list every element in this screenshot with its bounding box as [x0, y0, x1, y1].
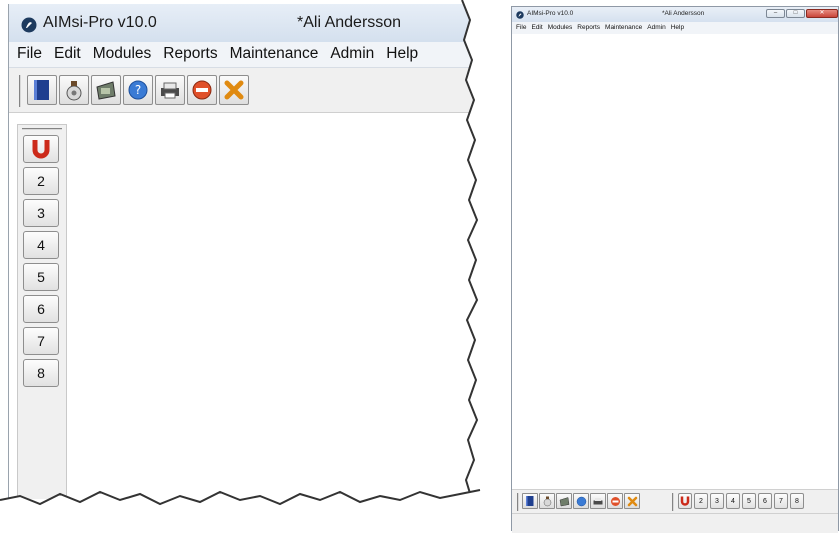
menu-reports[interactable]: Reports [159, 42, 225, 67]
zoomed-window-view: AIMsi-Pro v10.0 *Ali Andersson File Edit… [8, 4, 479, 499]
print-button[interactable] [155, 75, 185, 105]
title-bar-small: AIMsi-Pro v10.0 *Ali Andersson – □ ✕ [512, 7, 838, 22]
title-bar: AIMsi-Pro v10.0 *Ali Andersson [9, 4, 479, 42]
menu-modules[interactable]: Modules [89, 42, 160, 67]
menu-maintenance-small[interactable]: Maintenance [603, 22, 645, 34]
toolbar-area: ? [9, 68, 479, 113]
module-button-8[interactable]: 8 [23, 359, 59, 387]
maximize-button[interactable]: □ [786, 9, 805, 18]
power-icon [680, 496, 690, 506]
money-bag-button-small[interactable] [539, 493, 555, 509]
status-bar [512, 513, 838, 533]
menu-maintenance[interactable]: Maintenance [226, 42, 327, 67]
app-title-small: AIMsi-Pro v10.0 [527, 10, 574, 17]
torn-edge-bottom [0, 489, 500, 531]
print-button-small[interactable] [590, 493, 606, 509]
menu-modules-small[interactable]: Modules [546, 22, 576, 34]
printer-icon [161, 82, 179, 99]
module-icon [34, 80, 49, 100]
toolbar-small [517, 493, 640, 511]
stop-button-small[interactable] [607, 493, 623, 509]
module-button-3-small[interactable]: 3 [710, 493, 724, 509]
svg-text:?: ? [135, 83, 141, 97]
app-logo-icon [21, 17, 37, 33]
module-button-1[interactable] [23, 135, 59, 163]
sidebar-grip [22, 128, 62, 130]
exit-icon [224, 80, 244, 100]
menu-help[interactable]: Help [382, 42, 426, 67]
power-icon [32, 140, 50, 159]
close-icon: ✕ [819, 10, 825, 16]
module-button-2-small[interactable]: 2 [694, 493, 708, 509]
menu-bar: File Edit Modules Reports Maintenance Ad… [9, 42, 479, 68]
app-logo-icon-small [516, 11, 524, 19]
module-button-5[interactable]: 5 [23, 263, 59, 291]
menu-file[interactable]: File [13, 42, 50, 67]
module-buttons-small: 2 3 4 5 6 7 8 [672, 493, 804, 511]
module-button-7-small[interactable]: 7 [774, 493, 788, 509]
exit-button-small[interactable] [624, 493, 640, 509]
stop-icon [610, 496, 620, 506]
module-button-6[interactable]: 6 [23, 295, 59, 323]
exit-button[interactable] [219, 75, 249, 105]
torn-edge-right [459, 0, 500, 531]
menu-admin-small[interactable]: Admin [645, 22, 668, 34]
money-bag-icon [543, 496, 551, 507]
module-button-5-small[interactable]: 5 [742, 493, 756, 509]
menu-help-small[interactable]: Help [669, 22, 687, 34]
user-title-small: *Ali Andersson [662, 10, 705, 17]
module-button[interactable] [27, 75, 57, 105]
full-app-window: AIMsi-Pro v10.0 *Ali Andersson – □ ✕ Fil… [511, 6, 839, 533]
module-button-6-small[interactable]: 6 [758, 493, 772, 509]
maximize-icon: □ [793, 10, 798, 16]
minimize-icon: – [773, 10, 778, 16]
cash-register-button[interactable] [91, 75, 121, 105]
menu-admin[interactable]: Admin [326, 42, 382, 67]
exit-icon [627, 496, 637, 506]
help-icon: ? [128, 80, 148, 100]
cash-register-icon [96, 81, 116, 100]
menu-file-small[interactable]: File [514, 22, 529, 34]
module-sidebar: 2 3 4 5 6 7 8 [17, 124, 67, 499]
cash-register-icon [559, 496, 569, 506]
zoomed-app-window: AIMsi-Pro v10.0 *Ali Andersson File Edit… [8, 4, 479, 499]
app-title: AIMsi-Pro v10.0 [43, 14, 157, 31]
module-button-7[interactable]: 7 [23, 327, 59, 355]
menu-edit-small[interactable]: Edit [529, 22, 545, 34]
close-button[interactable]: ✕ [806, 9, 838, 18]
module-button-4[interactable]: 4 [23, 231, 59, 259]
menu-reports-small[interactable]: Reports [575, 22, 603, 34]
menu-edit[interactable]: Edit [50, 42, 89, 67]
user-title: *Ali Andersson [297, 14, 402, 31]
help-button[interactable]: ? [123, 75, 153, 105]
menu-bar-small: File Edit Modules Reports Maintenance Ad… [512, 22, 838, 34]
help-button-small[interactable] [573, 493, 589, 509]
toolbar: ? [19, 75, 249, 107]
money-bag-button[interactable] [59, 75, 89, 105]
printer-icon [593, 497, 603, 504]
money-bag-icon [66, 81, 82, 101]
minimize-button[interactable]: – [766, 9, 785, 18]
stop-button[interactable] [187, 75, 217, 105]
module-button-2[interactable]: 2 [23, 167, 59, 195]
help-icon [576, 496, 586, 506]
module-button-8-small[interactable]: 8 [790, 493, 804, 509]
module-button-3[interactable]: 3 [23, 199, 59, 227]
module-button-small[interactable] [522, 493, 538, 509]
module-icon [526, 496, 534, 506]
cash-register-button-small[interactable] [556, 493, 572, 509]
module-button-1-small[interactable] [678, 493, 692, 509]
stop-icon [192, 80, 212, 100]
bottom-toolbar: 2 3 4 5 6 7 8 [512, 489, 838, 514]
module-button-4-small[interactable]: 4 [726, 493, 740, 509]
